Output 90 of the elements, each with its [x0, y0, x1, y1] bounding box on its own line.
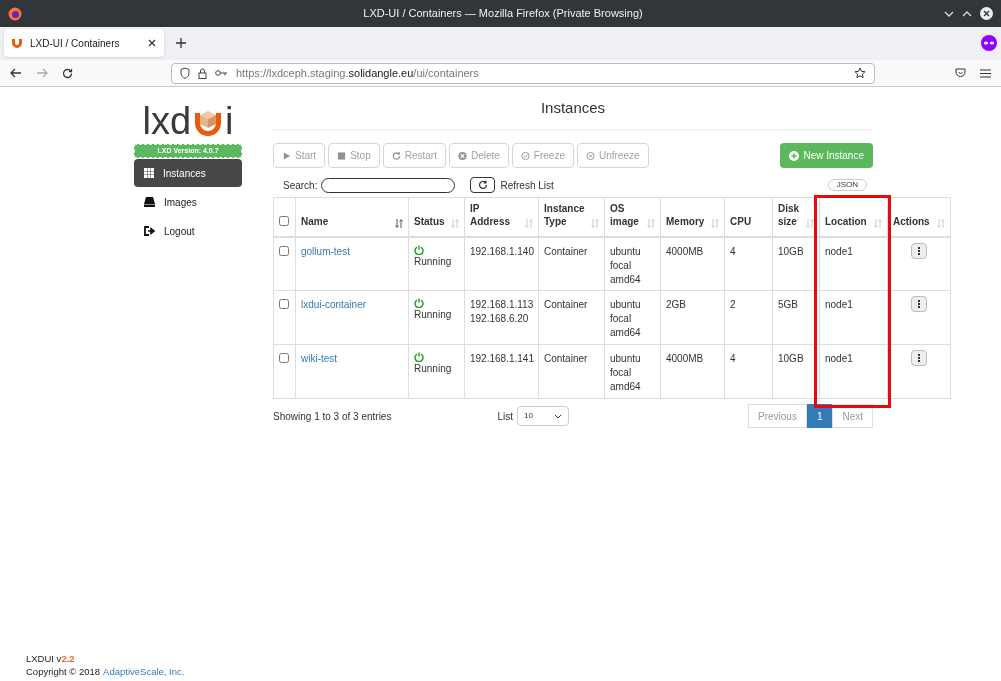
- lock-icon[interactable]: [198, 67, 207, 79]
- sidebar-item[interactable]: Images: [134, 188, 242, 216]
- table-cell-text: ubuntu focal amd64: [610, 244, 642, 287]
- power-icon: [414, 352, 424, 362]
- actions-menu-button[interactable]: [911, 296, 927, 312]
- private-mask-icon: [981, 35, 997, 51]
- delete-icon: [457, 150, 467, 161]
- instance-link[interactable]: wiki-test: [301, 353, 338, 364]
- search-field[interactable]: [321, 177, 456, 193]
- restart-icon: [391, 150, 401, 161]
- table-cell-text: ubuntu focal amd64: [610, 298, 642, 340]
- table-cell: 192.168.1.141: [470, 352, 533, 366]
- shield-icon[interactable]: [180, 67, 190, 79]
- reload-icon[interactable]: [62, 67, 73, 79]
- refresh-button[interactable]: [470, 177, 496, 193]
- table-cell-text: 2GB: [666, 298, 687, 312]
- table-cell-text: 10GB: [778, 352, 805, 366]
- actions-menu-button[interactable]: [911, 350, 927, 366]
- table-cell: 192.168.1.140: [470, 244, 533, 259]
- table-cell: 192.168.1.113 192.168.6.20: [470, 298, 533, 326]
- row-checkbox[interactable]: [279, 299, 289, 309]
- refresh-label: Refresh List: [500, 178, 554, 193]
- table-cell-text: node1: [825, 352, 854, 366]
- entries-info: Showing 1 to 3 of 3 entries: [273, 409, 392, 424]
- status-text: Running: [414, 308, 453, 322]
- copyright-text: Copyright © 2018: [26, 665, 101, 678]
- logout-icon: [144, 226, 155, 236]
- maximize-icon[interactable]: [962, 10, 972, 17]
- power-icon: [414, 298, 424, 308]
- minimize-icon[interactable]: [944, 10, 954, 17]
- sort-icon[interactable]: [395, 218, 403, 228]
- close-icon[interactable]: [980, 7, 993, 20]
- address-bar[interactable]: https://lxdceph.staging.solidangle.eu/ui/containers: [171, 62, 875, 84]
- favicon-icon: [12, 38, 22, 48]
- check-circle-icon: [520, 150, 530, 161]
- table-cell-text: 4000MB: [666, 352, 705, 366]
- status-text: Running: [414, 362, 453, 376]
- back-icon[interactable]: [10, 68, 22, 78]
- column-header[interactable]: CPU: [730, 214, 752, 228]
- table-cell-text: 4: [730, 352, 737, 366]
- company-link[interactable]: AdaptiveScale, Inc.: [103, 665, 185, 678]
- instance-link[interactable]: gollum-test: [301, 245, 350, 257]
- table-cell-text: Container: [544, 352, 589, 366]
- power-icon: [414, 244, 424, 255]
- row-checkbox[interactable]: [279, 245, 289, 256]
- sidebar-item[interactable]: Instances: [134, 159, 242, 187]
- plus-circle-icon: [789, 150, 800, 161]
- bookmark-star-icon[interactable]: [854, 67, 866, 79]
- table-cell-text: node1: [825, 298, 854, 312]
- menu-icon[interactable]: [980, 68, 991, 78]
- window-title: LXD-UI / Containers — Mozilla Firefox (Private Browsing): [363, 6, 643, 22]
- status-text: Running: [414, 254, 453, 269]
- table-cell-text: 2: [730, 298, 737, 312]
- close-tab-icon[interactable]: [148, 39, 156, 47]
- logo-text: i: [225, 101, 234, 141]
- app-name: LXDUI v: [26, 652, 62, 665]
- search-label: Search:: [283, 178, 318, 193]
- page-title: Instances: [539, 98, 607, 118]
- key-icon[interactable]: [215, 69, 228, 77]
- app-version: 2.2: [61, 652, 75, 665]
- logo-text: lxd: [142, 101, 192, 141]
- x-circle-icon: [585, 150, 595, 161]
- instance-link[interactable]: lxdui-container: [301, 299, 367, 310]
- actions-menu-button[interactable]: [911, 242, 927, 259]
- page-size-select[interactable]: 10: [517, 406, 569, 426]
- table-cell-text: Container: [544, 298, 589, 312]
- table-cell-text: ubuntu focal amd64: [610, 352, 642, 394]
- table-cell-text: Container: [544, 244, 589, 259]
- table-cell-text: 4000MB: [666, 244, 705, 259]
- drive-icon: [144, 197, 155, 207]
- new-tab-icon[interactable]: [176, 38, 186, 48]
- refresh-icon: [477, 180, 488, 190]
- table-cell-text: 10GB: [778, 244, 805, 259]
- page-size-label: List: [497, 409, 513, 424]
- table-cell-text: 5GB: [778, 298, 799, 312]
- select-all-checkbox[interactable]: [279, 215, 289, 226]
- grid-icon: [144, 168, 154, 178]
- chevron-down-icon: [554, 413, 562, 419]
- url-text: https://lxdceph.staging.solidangle.eu/ui/containers: [236, 65, 479, 81]
- column-header[interactable]: Name: [301, 214, 329, 228]
- stop-icon: [337, 150, 347, 161]
- row-checkbox[interactable]: [279, 353, 289, 363]
- table-cell-text: 4: [730, 244, 737, 259]
- sidebar-item[interactable]: Logout: [134, 217, 242, 245]
- firefox-logo-icon: [8, 6, 22, 21]
- table-cell-text: node1: [825, 244, 854, 259]
- play-icon: [282, 150, 291, 161]
- column-header[interactable]: Status: [414, 214, 445, 228]
- pocket-icon[interactable]: [955, 68, 966, 78]
- browser-tab[interactable]: LXD-UI / Containers: [4, 29, 164, 57]
